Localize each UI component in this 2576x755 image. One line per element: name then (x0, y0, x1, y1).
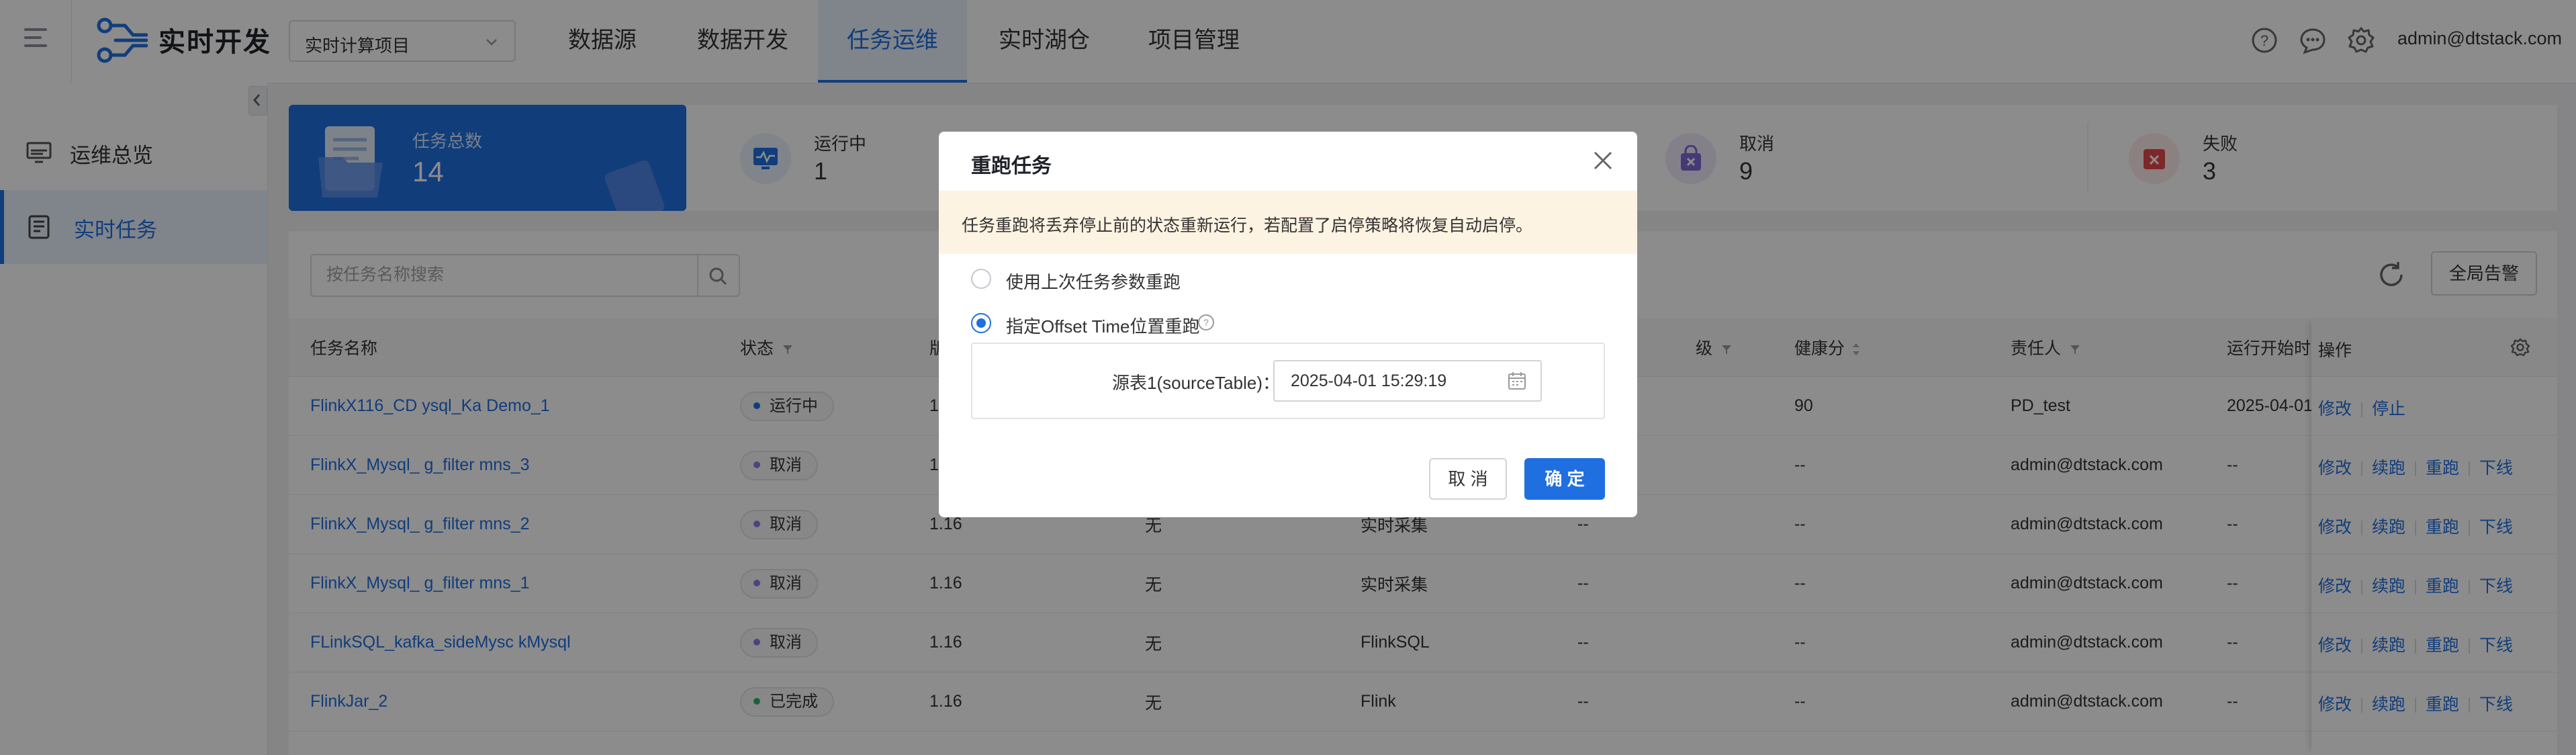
cancel-button[interactable]: 取 消 (1429, 458, 1507, 500)
offset-time-picker[interactable] (1273, 360, 1542, 402)
radio-label: 使用上次任务参数重跑 (1006, 272, 1181, 292)
svg-text:?: ? (1203, 317, 1209, 328)
source-table-label: 源表1(sourceTable)： (1112, 373, 1280, 393)
offset-time-input[interactable] (1289, 371, 1493, 392)
radio-label: 指定Offset Time位置重跑 (1006, 316, 1200, 337)
radio-button-selected[interactable] (971, 313, 991, 333)
calendar-icon[interactable] (1507, 371, 1527, 391)
radio-button[interactable] (971, 269, 991, 289)
rerun-task-dialog: 重跑任务 任务重跑将丢弃停止前的状态重新运行，若配置了启停策略将恢复自动启停。 … (939, 132, 1637, 517)
warning-banner: 任务重跑将丢弃停止前的状态重新运行，若配置了启停策略将恢复自动启停。 (939, 191, 1637, 254)
question-circle-icon[interactable]: ? (1197, 313, 1215, 332)
confirm-button[interactable]: 确 定 (1524, 458, 1605, 500)
offset-time-config: 源表1(sourceTable)： (971, 343, 1605, 419)
warning-text: 任务重跑将丢弃停止前的状态重新运行，若配置了启停策略将恢复自动启停。 (962, 216, 1533, 235)
close-icon[interactable] (1592, 149, 1614, 172)
dialog-title: 重跑任务 (971, 155, 1052, 177)
